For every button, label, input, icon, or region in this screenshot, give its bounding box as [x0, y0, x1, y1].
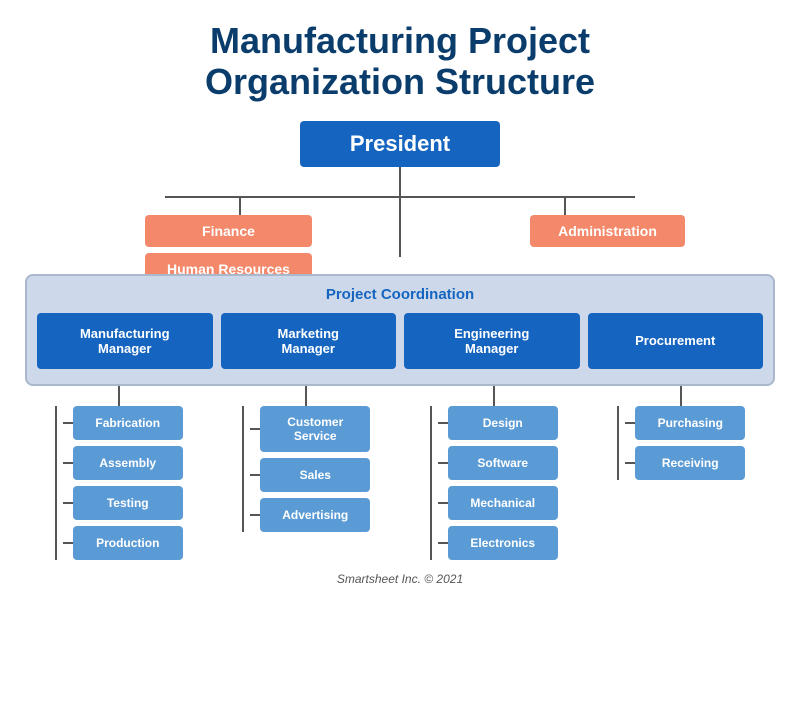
sub-line-engineering: Design Software Mechanical Electron: [430, 406, 558, 560]
list-item: Software: [438, 446, 558, 480]
electronics-node: Electronics: [448, 526, 558, 560]
list-item: Electronics: [438, 526, 558, 560]
hline: [438, 502, 448, 504]
page: Manufacturing ProjectOrganization Struct…: [0, 0, 800, 701]
sub-col-manufacturing: Fabrication Assembly Testing Produc: [25, 386, 213, 560]
sub-line-procurement: Purchasing Receiving: [617, 406, 745, 480]
mechanical-node: Mechanical: [448, 486, 558, 520]
sub-items-engineering: Design Software Mechanical Electron: [438, 406, 558, 560]
vline-procurement: [617, 406, 619, 480]
hline: [63, 502, 73, 504]
sub-items-manufacturing: Fabrication Assembly Testing Produc: [63, 406, 183, 560]
advertising-node: Advertising: [260, 498, 370, 532]
vline-marketing: [242, 406, 244, 532]
hline: [625, 462, 635, 464]
sub-items-marketing: Customer Service Sales Advertising: [250, 406, 370, 532]
hline: [250, 428, 260, 430]
list-item: Customer Service: [250, 406, 370, 452]
list-item: Mechanical: [438, 486, 558, 520]
fabrication-node: Fabrication: [73, 406, 183, 440]
list-item: Design: [438, 406, 558, 440]
hline: [63, 542, 73, 544]
president-node: President: [300, 121, 500, 167]
footer-text: Smartsheet Inc. © 2021: [337, 572, 463, 586]
sub-line-marketing: Customer Service Sales Advertising: [242, 406, 370, 532]
subordinates-section: Fabrication Assembly Testing Produc: [25, 386, 775, 560]
list-item: Receiving: [625, 446, 745, 480]
list-item: Sales: [250, 458, 370, 492]
hline: [438, 462, 448, 464]
list-item: Purchasing: [625, 406, 745, 440]
vline-manufacturing: [55, 406, 57, 560]
list-item: Testing: [63, 486, 183, 520]
procurement-node: Procurement: [588, 313, 764, 369]
sales-node: Sales: [260, 458, 370, 492]
hline: [63, 462, 73, 464]
page-title: Manufacturing ProjectOrganization Struct…: [205, 20, 595, 103]
purchasing-node: Purchasing: [635, 406, 745, 440]
connector-manufacturing: [118, 386, 120, 406]
sub-items-procurement: Purchasing Receiving: [625, 406, 745, 480]
project-coordination-section: Project Coordination ManufacturingManage…: [25, 274, 775, 386]
design-node: Design: [448, 406, 558, 440]
hline: [438, 422, 448, 424]
assembly-node: Assembly: [73, 446, 183, 480]
connector-marketing: [305, 386, 307, 406]
sub-line-manufacturing: Fabrication Assembly Testing Produc: [55, 406, 183, 560]
connector-engineering: [493, 386, 495, 406]
list-item: Assembly: [63, 446, 183, 480]
hline: [625, 422, 635, 424]
engineering-manager-node: EngineeringManager: [404, 313, 580, 369]
manufacturing-manager-node: ManufacturingManager: [37, 313, 213, 369]
marketing-manager-node: MarketingManager: [221, 313, 397, 369]
admin-box: Administration: [530, 215, 685, 247]
list-item: Fabrication: [63, 406, 183, 440]
upper-connector-area: Finance Human Resources Administration: [20, 167, 780, 257]
hline: [63, 422, 73, 424]
sub-col-engineering: Design Software Mechanical Electron: [400, 386, 588, 560]
hline: [250, 514, 260, 516]
connector-procurement: [680, 386, 682, 406]
project-coord-label: Project Coordination: [37, 286, 763, 303]
sub-col-procurement: Purchasing Receiving: [588, 386, 776, 560]
list-item: Production: [63, 526, 183, 560]
software-node: Software: [448, 446, 558, 480]
receiving-node: Receiving: [635, 446, 745, 480]
managers-row: ManufacturingManager MarketingManager En…: [37, 313, 763, 369]
administration-node: Administration: [530, 215, 685, 247]
production-node: Production: [73, 526, 183, 560]
customer-service-node: Customer Service: [260, 406, 370, 452]
list-item: Advertising: [250, 498, 370, 532]
org-chart: President Finance Human Resources: [20, 121, 780, 586]
sub-col-marketing: Customer Service Sales Advertising: [213, 386, 401, 560]
hline: [438, 542, 448, 544]
finance-node: Finance: [145, 215, 312, 247]
hline: [250, 474, 260, 476]
testing-node: Testing: [73, 486, 183, 520]
vline-engineering: [430, 406, 432, 560]
